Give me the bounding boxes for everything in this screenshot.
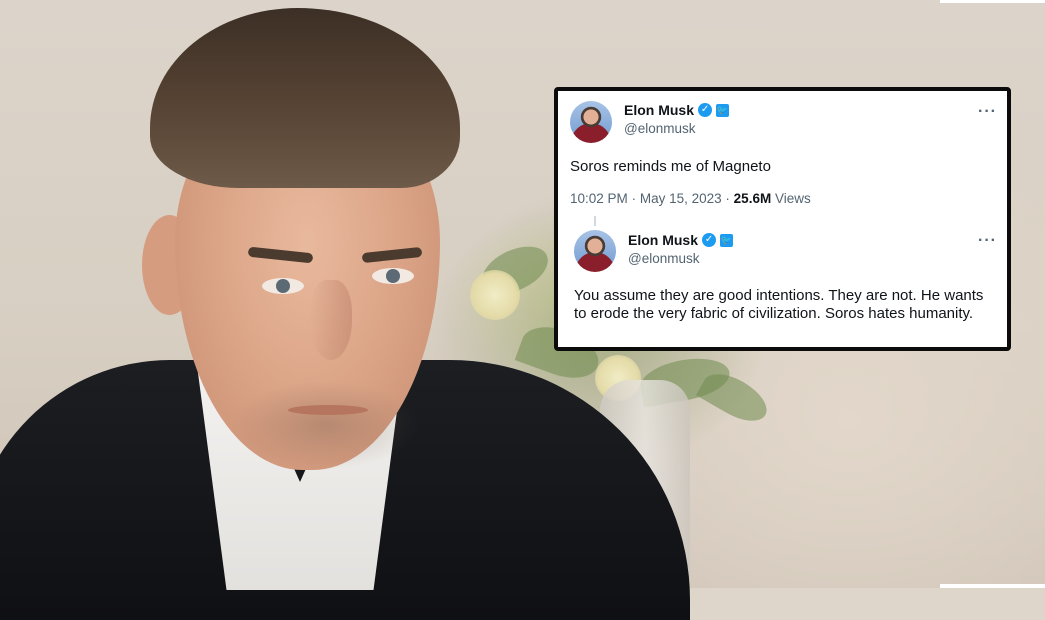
- meta-separator: ·: [725, 191, 730, 206]
- handle[interactable]: @elonmusk: [628, 251, 699, 266]
- left-eye: [262, 278, 304, 294]
- more-options-icon[interactable]: ···: [978, 233, 997, 249]
- tweet-time[interactable]: 10:02 PM: [570, 191, 628, 206]
- handle[interactable]: @elonmusk: [624, 121, 695, 136]
- display-name[interactable]: Elon Musk: [624, 102, 694, 118]
- frame-strip: [940, 0, 1045, 3]
- views-count: 25.6M: [733, 191, 772, 206]
- nose: [310, 280, 352, 360]
- tweet-date[interactable]: May 15, 2023: [640, 191, 722, 206]
- tweet-text: Soros reminds me of Magneto: [570, 158, 771, 175]
- twitter-bird-icon: 🐦: [716, 103, 730, 117]
- avatar[interactable]: [570, 101, 612, 143]
- frame-strip: [940, 584, 1045, 588]
- display-name[interactable]: Elon Musk: [628, 232, 698, 248]
- stubble: [230, 380, 420, 470]
- thread-connector: [594, 216, 596, 226]
- author-line: Elon Musk ✓ 🐦: [624, 102, 730, 118]
- mouth: [288, 405, 368, 415]
- hair: [150, 8, 460, 188]
- tweet-card: Elon Musk ✓ 🐦 @elonmusk ··· Soros remind…: [554, 87, 1011, 351]
- views-label: Views: [774, 191, 811, 206]
- twitter-bird-icon: 🐦: [720, 233, 734, 247]
- right-eye: [372, 268, 414, 284]
- author-line: Elon Musk ✓ 🐦: [628, 232, 734, 248]
- tweet-meta: 10:02 PM · May 15, 2023 · 25.6M Views: [570, 191, 811, 206]
- avatar[interactable]: [574, 230, 616, 272]
- verified-check-icon: ✓: [702, 233, 717, 247]
- more-options-icon[interactable]: ···: [978, 104, 997, 120]
- meta-separator: ·: [631, 191, 637, 206]
- verified-check-icon: ✓: [698, 103, 713, 117]
- tweet-text: You assume they are good intentions. The…: [574, 287, 984, 322]
